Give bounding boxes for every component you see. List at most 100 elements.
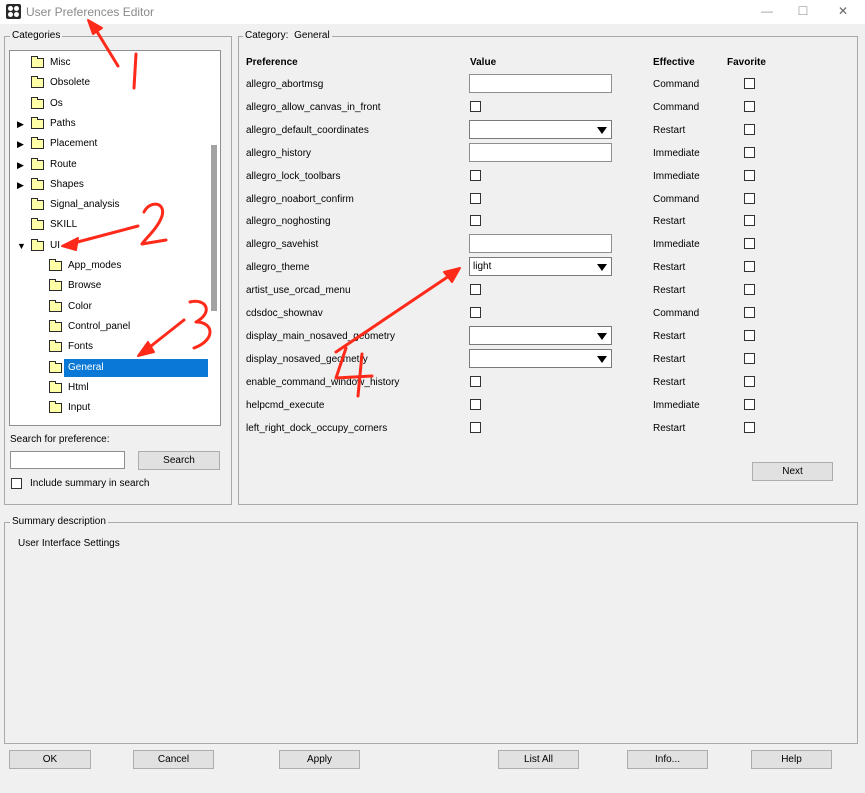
tree-item-label: Placement — [50, 138, 98, 149]
pref-effective: Command — [653, 308, 700, 319]
tree-item-control-panel[interactable]: Control_panel — [10, 318, 208, 336]
search-input[interactable] — [10, 451, 125, 469]
pref-value-input[interactable] — [469, 234, 612, 253]
pref-name-allegro-theme: allegro_theme — [246, 262, 310, 273]
tree-item-fonts[interactable]: Fonts — [10, 338, 208, 356]
include-summary-checkbox[interactable] — [11, 478, 22, 489]
ok-button[interactable]: OK — [9, 750, 91, 769]
categories-label: Categories — [10, 30, 63, 41]
folder-icon — [49, 300, 62, 312]
tree-item-label: Os — [50, 98, 63, 109]
dropdown-arrow-icon[interactable] — [597, 356, 607, 363]
pref-value-dropdown[interactable] — [469, 349, 612, 368]
tree-item-label: Misc — [50, 57, 71, 68]
pref-value-checkbox[interactable] — [470, 170, 481, 181]
dropdown-arrow-icon[interactable] — [597, 333, 607, 340]
search-button[interactable]: Search — [138, 451, 220, 470]
summary-group — [4, 522, 858, 744]
pref-favorite-checkbox[interactable] — [744, 215, 755, 226]
pref-value-checkbox[interactable] — [470, 399, 481, 410]
collapse-arrow-icon[interactable]: ▼ — [17, 237, 26, 255]
tree-item-label: Route — [50, 159, 77, 170]
help-button[interactable]: Help — [751, 750, 832, 769]
list-all-button[interactable]: List All — [498, 750, 579, 769]
cancel-button[interactable]: Cancel — [133, 750, 214, 769]
maximize-button[interactable]: ☐ — [788, 2, 818, 20]
pref-value-input[interactable] — [469, 143, 612, 162]
tree-item-route[interactable]: ▶ Route — [10, 156, 208, 174]
tree-item-general[interactable]: General — [10, 359, 208, 377]
folder-icon — [49, 340, 62, 352]
pref-effective: Restart — [653, 354, 686, 365]
expand-arrow-icon[interactable]: ▶ — [17, 156, 25, 174]
tree-item-paths[interactable]: ▶ Paths — [10, 115, 208, 133]
folder-icon — [31, 56, 44, 68]
pref-value-input[interactable] — [469, 74, 612, 93]
next-button[interactable]: Next — [752, 462, 833, 481]
tree-item-html[interactable]: Html — [10, 379, 208, 397]
tree-item-label: Fonts — [68, 341, 94, 352]
expand-arrow-icon[interactable]: ▶ — [17, 176, 25, 194]
close-button[interactable]: ✕ — [828, 2, 858, 20]
dropdown-arrow-icon[interactable] — [597, 127, 607, 134]
pref-favorite-checkbox[interactable] — [744, 124, 755, 135]
expand-arrow-icon[interactable]: ▶ — [17, 135, 25, 153]
pref-value-checkbox[interactable] — [470, 376, 481, 387]
pref-favorite-checkbox[interactable] — [744, 78, 755, 89]
info-button[interactable]: Info... — [627, 750, 708, 769]
tree-item-ui[interactable]: ▼ UI — [10, 237, 208, 255]
pref-value-dropdown[interactable] — [469, 120, 612, 139]
column-header-value: Value — [470, 57, 497, 68]
pref-favorite-checkbox[interactable] — [744, 261, 755, 272]
pref-favorite-checkbox[interactable] — [744, 422, 755, 433]
tree-item-color[interactable]: Color — [10, 298, 208, 316]
pref-effective: Restart — [653, 331, 686, 342]
tree-item-browse[interactable]: Browse — [10, 277, 208, 295]
tree-item-signal-analysis[interactable]: Signal_analysis — [10, 196, 208, 214]
pref-value-checkbox[interactable] — [470, 101, 481, 112]
tree-item-input[interactable]: Input — [10, 399, 208, 417]
tree-scrollbar-thumb[interactable] — [211, 145, 217, 311]
pref-favorite-checkbox[interactable] — [744, 147, 755, 158]
pref-name-enable-command-window-history: enable_command_window_history — [246, 377, 400, 388]
column-header-favorite: Favorite — [727, 57, 766, 68]
pref-value-checkbox[interactable] — [470, 422, 481, 433]
tree-item-label: Signal_analysis — [50, 199, 120, 210]
folder-icon — [31, 158, 44, 170]
pref-favorite-checkbox[interactable] — [744, 170, 755, 181]
summary-text: User Interface Settings — [18, 538, 120, 549]
category-tree[interactable]: Misc Obsolete Os ▶ Paths ▶ Placement ▶ Route ▶ Sha… — [9, 50, 221, 426]
tree-item-skill[interactable]: SKILL — [10, 216, 208, 234]
pref-name-allegro-history: allegro_history — [246, 148, 312, 159]
pref-value-dropdown[interactable] — [469, 326, 612, 345]
tree-item-os[interactable]: Os — [10, 95, 208, 113]
pref-favorite-checkbox[interactable] — [744, 376, 755, 387]
pref-favorite-checkbox[interactable] — [744, 101, 755, 112]
pref-value-checkbox[interactable] — [470, 193, 481, 204]
pref-favorite-checkbox[interactable] — [744, 330, 755, 341]
tree-item-app-modes[interactable]: App_modes — [10, 257, 208, 275]
tree-item-placement[interactable]: ▶ Placement — [10, 135, 208, 153]
pref-favorite-checkbox[interactable] — [744, 353, 755, 364]
pref-name-allegro-noabort-confirm: allegro_noabort_confirm — [246, 194, 354, 205]
pref-favorite-checkbox[interactable] — [744, 284, 755, 295]
tree-item-shapes[interactable]: ▶ Shapes — [10, 176, 208, 194]
pref-value-checkbox[interactable] — [470, 284, 481, 295]
pref-value-dropdown[interactable]: light — [469, 257, 612, 276]
dropdown-arrow-icon[interactable] — [597, 264, 607, 271]
apply-button[interactable]: Apply — [279, 750, 360, 769]
pref-favorite-checkbox[interactable] — [744, 238, 755, 249]
pref-value-checkbox[interactable] — [470, 215, 481, 226]
minimize-button[interactable]: — — [752, 2, 782, 20]
expand-arrow-icon[interactable]: ▶ — [17, 115, 25, 133]
pref-name-allegro-lock-toolbars: allegro_lock_toolbars — [246, 171, 341, 182]
pref-effective: Restart — [653, 125, 686, 136]
pref-favorite-checkbox[interactable] — [744, 193, 755, 204]
pref-value-checkbox[interactable] — [470, 307, 481, 318]
folder-icon — [49, 401, 62, 413]
tree-item-obsolete[interactable]: Obsolete — [10, 74, 208, 92]
tree-item-misc[interactable]: Misc — [10, 54, 208, 72]
pref-effective: Command — [653, 194, 700, 205]
pref-favorite-checkbox[interactable] — [744, 399, 755, 410]
pref-favorite-checkbox[interactable] — [744, 307, 755, 318]
